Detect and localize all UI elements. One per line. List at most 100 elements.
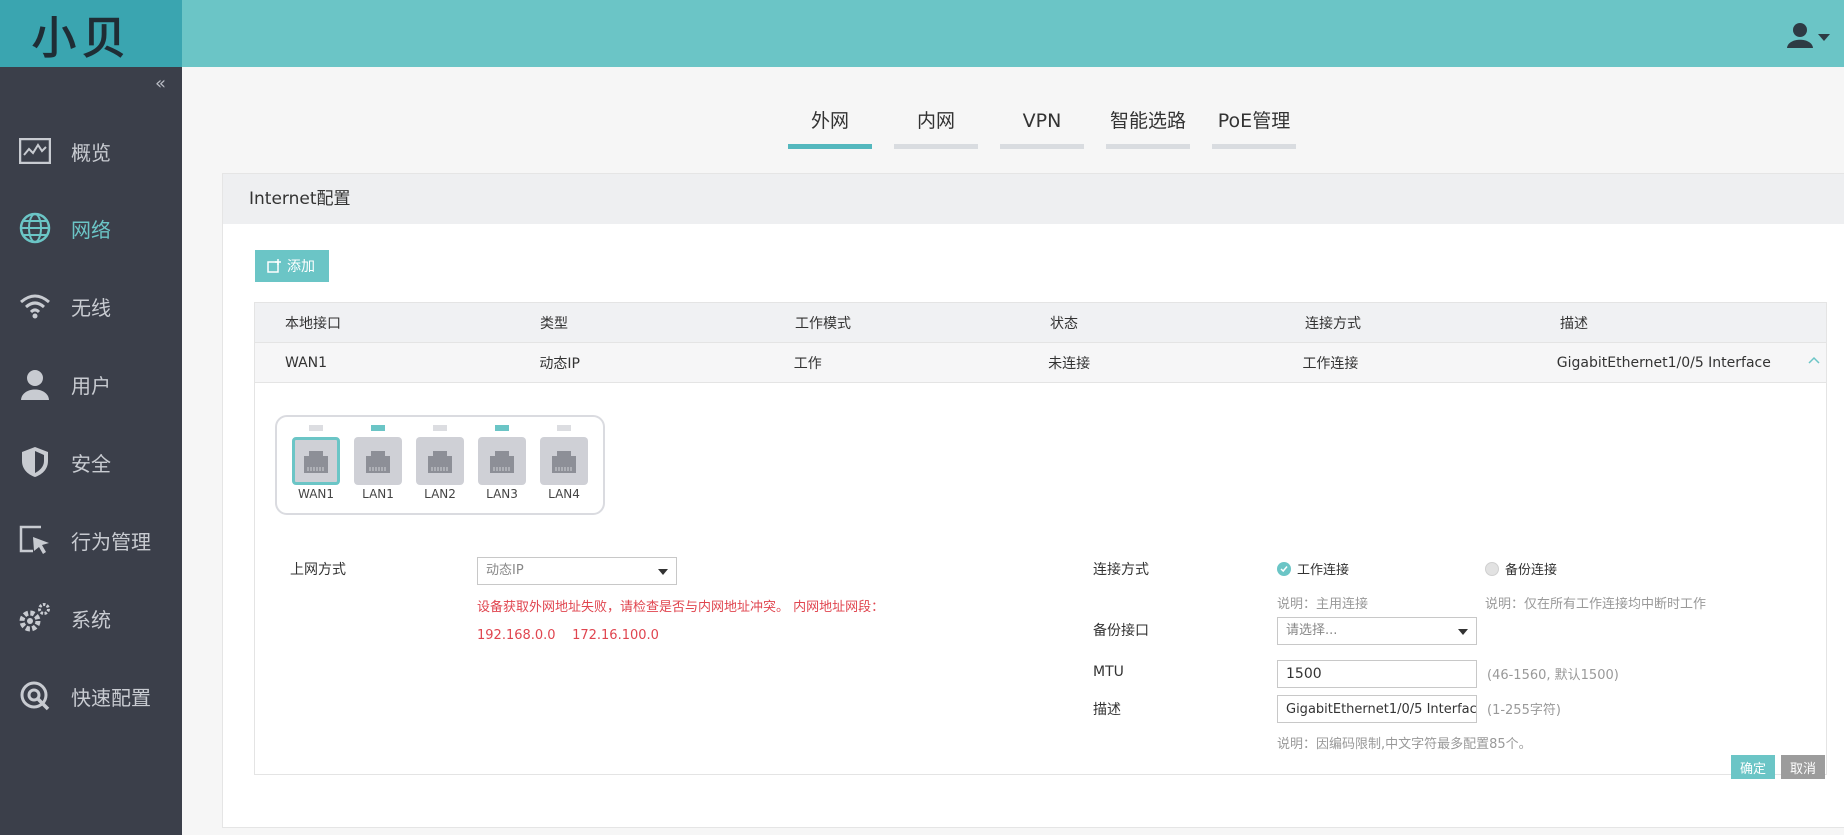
chevron-up-icon xyxy=(1808,356,1820,364)
table-header: 本地接口 类型 工作模式 状态 连接方式 描述 xyxy=(255,303,1826,343)
port-lan4[interactable]: LAN4 xyxy=(539,425,589,501)
ethernet-port-icon xyxy=(416,437,464,485)
port-led xyxy=(557,425,571,431)
column-header: 描述 xyxy=(1560,315,1588,332)
tab-smart-routing[interactable]: 智能选路 xyxy=(1106,108,1190,149)
port-led xyxy=(433,425,447,431)
port-label: LAN3 xyxy=(486,487,518,501)
ethernet-port-icon xyxy=(540,437,588,485)
sidebar-item-label: 无线 xyxy=(71,295,111,320)
quick-config-icon xyxy=(18,679,52,713)
description-note: 说明：因编码限制,中文字符最多配置85个。 xyxy=(1277,737,1532,752)
behavior-management-icon xyxy=(18,523,52,557)
table-cell: WAN1 xyxy=(285,354,328,371)
user-icon xyxy=(1787,23,1830,48)
access-mode-select[interactable]: 动态IP xyxy=(477,557,677,585)
table-cell: GigabitEthernet1/0/5 Interface xyxy=(1556,354,1771,371)
top-bar xyxy=(182,0,1844,67)
sidebar: « 概览 网络 无线 用户 安全 行为管理 系统 快速配置 xyxy=(0,67,182,835)
mtu-input[interactable] xyxy=(1277,660,1477,688)
panel-title: Internet配置 xyxy=(223,174,1844,224)
sidebar-item-behavior-management[interactable]: 行为管理 xyxy=(0,515,182,565)
table-cell: 工作 xyxy=(793,355,822,372)
sidebar-item-wireless[interactable]: 无线 xyxy=(0,281,182,331)
confirm-button[interactable]: 确定 xyxy=(1731,755,1775,779)
wifi-icon xyxy=(18,289,52,323)
cancel-button[interactable]: 取消 xyxy=(1781,755,1825,779)
sidebar-item-network[interactable]: 网络 xyxy=(0,203,182,253)
backup-interface-label: 备份接口 xyxy=(1093,623,1149,639)
user-icon xyxy=(18,367,52,401)
tab-bar: 外网 内网 VPN 智能选路 PoE管理 xyxy=(788,108,1318,149)
table-cell: 动态IP xyxy=(539,355,580,372)
radio-backup-connection[interactable]: 备份连接 xyxy=(1485,559,1557,578)
collapse-sidebar-button[interactable]: « xyxy=(155,73,166,94)
tab-lan[interactable]: 内网 xyxy=(894,108,978,149)
chevron-down-icon xyxy=(1458,629,1468,635)
table-cell: 未连接 xyxy=(1048,355,1091,372)
sidebar-item-system[interactable]: 系统 xyxy=(0,593,182,643)
port-led xyxy=(309,425,323,431)
connection-mode-label: 连接方式 xyxy=(1093,562,1149,578)
column-header: 本地接口 xyxy=(285,315,341,332)
backup-connection-note: 说明：仅在所有工作连接均中断时工作 xyxy=(1485,597,1707,612)
sidebar-item-label: 用户 xyxy=(71,373,111,398)
gear-icon xyxy=(18,601,52,635)
port-lan3[interactable]: LAN3 xyxy=(477,425,527,501)
column-header: 连接方式 xyxy=(1305,315,1361,332)
port-diagram: WAN1 LAN1 LAN2 LAN3 LAN4 xyxy=(275,415,605,515)
radio-work-connection[interactable]: 工作连接 xyxy=(1277,559,1349,578)
sidebar-item-security[interactable]: 安全 xyxy=(0,437,182,487)
description-hint: (1-255字符) xyxy=(1487,703,1561,718)
overview-chart-icon xyxy=(18,134,52,168)
radio-checked-icon xyxy=(1277,561,1291,576)
sidebar-item-label: 行为管理 xyxy=(71,529,151,554)
sidebar-item-overview[interactable]: 概览 xyxy=(0,126,182,176)
error-message: 设备获取外网地址失败，请检查是否与内网地址冲突。 内网地址网段： xyxy=(477,600,885,615)
port-led xyxy=(495,425,509,431)
ethernet-port-icon xyxy=(478,437,526,485)
radio-unchecked-icon xyxy=(1485,561,1499,576)
add-icon xyxy=(267,259,281,273)
sidebar-item-label: 安全 xyxy=(71,451,111,476)
port-lan2[interactable]: LAN2 xyxy=(415,425,465,501)
port-lan1[interactable]: LAN1 xyxy=(353,425,403,501)
column-header: 工作模式 xyxy=(795,315,851,332)
port-led xyxy=(371,425,385,431)
sidebar-item-label: 网络 xyxy=(71,217,111,242)
work-connection-note: 说明：主用连接 xyxy=(1277,597,1369,612)
sidebar-item-label: 系统 xyxy=(71,607,111,632)
table-row[interactable]: WAN1 动态IP 工作 未连接 工作连接 GigabitEthernet1/0… xyxy=(255,343,1826,383)
mtu-label: MTU xyxy=(1093,664,1124,680)
chevron-down-icon xyxy=(658,569,668,575)
internet-config-panel: Internet配置 添加 本地接口 类型 工作模式 状态 连接方式 描述 WA… xyxy=(222,173,1844,828)
access-mode-label: 上网方式 xyxy=(290,562,346,578)
column-header: 状态 xyxy=(1050,315,1078,332)
sidebar-item-quick-config[interactable]: 快速配置 xyxy=(0,671,182,721)
sidebar-item-label: 快速配置 xyxy=(71,685,151,710)
table-cell: 工作连接 xyxy=(1302,355,1359,372)
logo-text: 小贝 xyxy=(32,12,132,64)
collapse-row-button[interactable] xyxy=(1808,353,1820,368)
port-wan1[interactable]: WAN1 xyxy=(291,425,341,501)
brand-logo: 小贝 xyxy=(0,0,182,67)
port-label: LAN2 xyxy=(424,487,456,501)
sidebar-item-label: 概览 xyxy=(71,140,111,165)
port-label: LAN1 xyxy=(362,487,394,501)
ethernet-port-icon xyxy=(292,437,340,485)
lan-subnet-list: 192.168.0.0 172.16.100.0 xyxy=(477,628,659,643)
column-header: 类型 xyxy=(540,315,568,332)
user-menu-button[interactable] xyxy=(1786,22,1834,48)
globe-icon xyxy=(18,211,52,245)
port-label: LAN4 xyxy=(548,487,580,501)
description-input[interactable] xyxy=(1277,695,1477,723)
tab-poe[interactable]: PoE管理 xyxy=(1212,108,1296,149)
tab-wan[interactable]: 外网 xyxy=(788,108,872,149)
sidebar-item-users[interactable]: 用户 xyxy=(0,359,182,409)
tab-vpn[interactable]: VPN xyxy=(1000,108,1084,149)
add-button[interactable]: 添加 xyxy=(255,250,329,282)
backup-interface-select[interactable]: 请选择... xyxy=(1277,617,1477,645)
mtu-hint: (46-1560, 默认1500) xyxy=(1487,668,1619,683)
shield-icon xyxy=(18,445,52,479)
add-button-label: 添加 xyxy=(287,258,315,274)
